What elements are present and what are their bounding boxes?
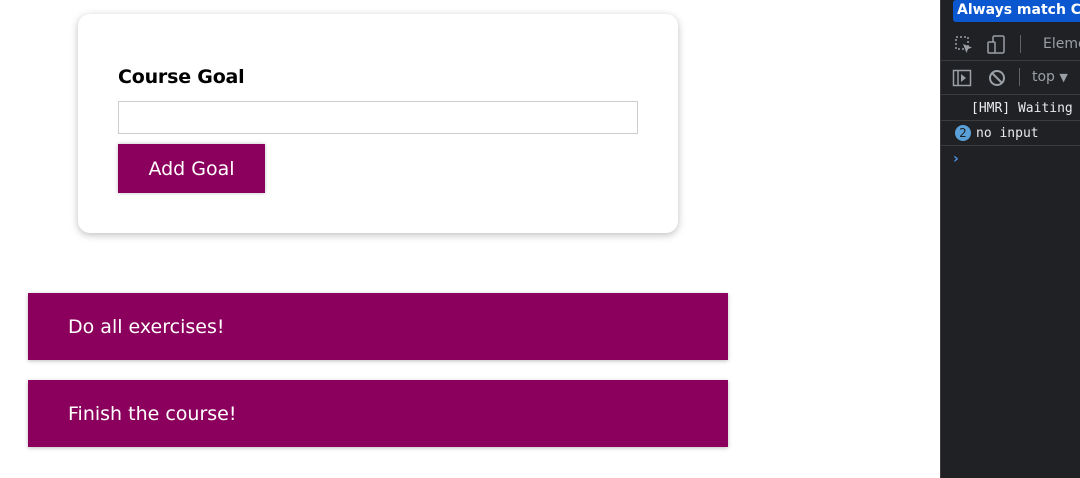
- devtools-infobar: Always match Chrome's language: [941, 0, 1080, 28]
- console-message: 2 no input: [941, 121, 1080, 146]
- devtools-panel: Always match Chrome's language Elements: [940, 0, 1080, 478]
- goal-form-card: Course Goal Add Goal: [78, 14, 678, 233]
- console-message-text: [HMR] Waiting for update signal from WDS…: [971, 101, 1080, 116]
- device-toolbar-icon[interactable]: [985, 34, 1007, 56]
- console-message: [HMR] Waiting for update signal from WDS…: [941, 96, 1080, 121]
- goal-item[interactable]: Finish the course!: [28, 380, 728, 447]
- repeat-count-badge: 2: [955, 125, 971, 141]
- inspect-element-icon[interactable]: [954, 35, 974, 55]
- console-message-text: no input: [976, 126, 1039, 141]
- toolbar-divider: [1019, 68, 1020, 86]
- toolbar-divider: [1020, 35, 1021, 53]
- clear-console-icon[interactable]: [988, 69, 1006, 87]
- context-selector[interactable]: top ▼: [1032, 69, 1068, 85]
- console-sidebar-icon[interactable]: [952, 69, 972, 87]
- course-goal-input[interactable]: [118, 101, 638, 134]
- devtools-toolbar: Elements: [941, 28, 1080, 61]
- add-goal-button[interactable]: Add Goal: [118, 144, 265, 193]
- context-selector-label: top: [1032, 69, 1055, 85]
- tab-elements[interactable]: Elements: [1043, 36, 1080, 52]
- console-toolbar: top ▼: [941, 61, 1080, 95]
- dropdown-arrow-icon: ▼: [1059, 71, 1068, 84]
- app-viewport: Course Goal Add Goal Do all exercises! F…: [0, 0, 940, 478]
- always-match-language-button[interactable]: Always match Chrome's language: [953, 0, 1080, 22]
- goal-item[interactable]: Do all exercises!: [28, 293, 728, 360]
- goal-list: Do all exercises! Finish the course!: [28, 293, 728, 467]
- course-goal-label: Course Goal: [118, 66, 245, 88]
- chevron-right-icon[interactable]: ›: [953, 151, 959, 167]
- page: Course Goal Add Goal Do all exercises! F…: [0, 0, 1080, 478]
